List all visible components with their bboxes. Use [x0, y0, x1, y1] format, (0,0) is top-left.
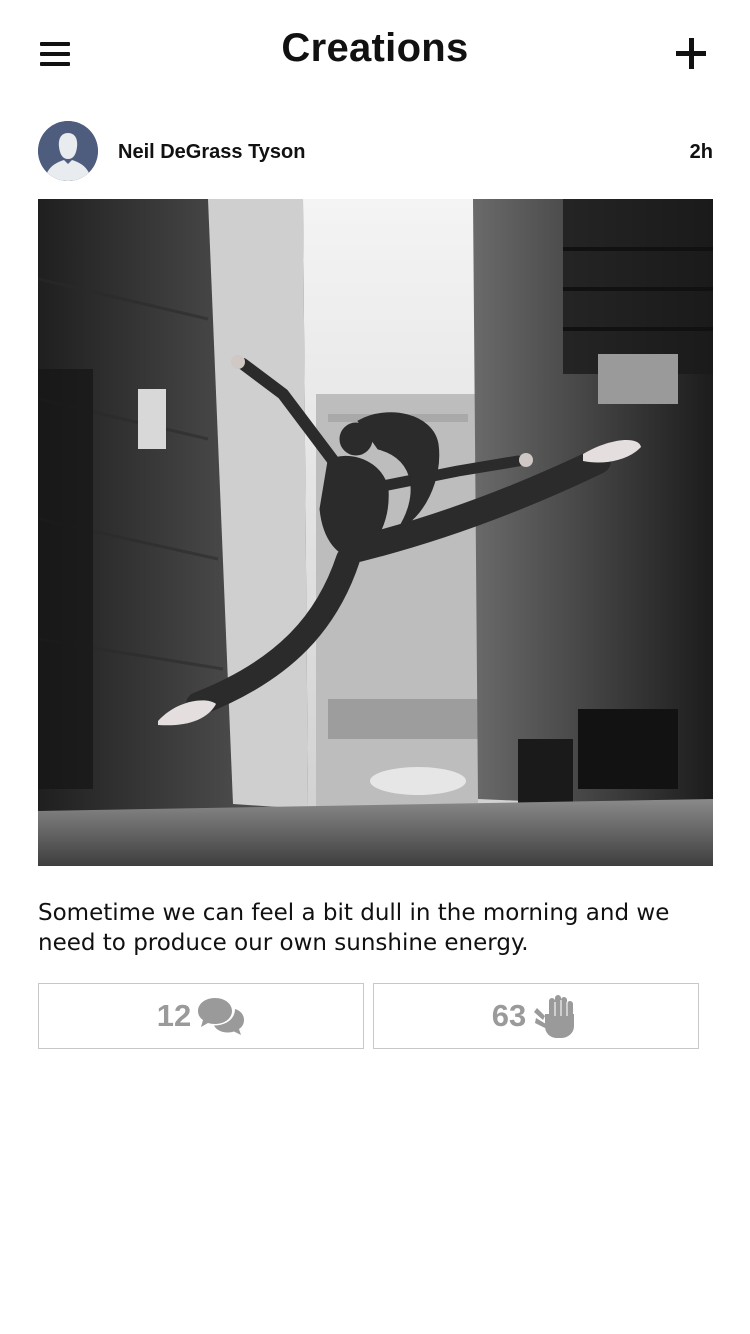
clap-button[interactable]: 63	[373, 983, 699, 1049]
page-title: Creations	[281, 26, 469, 70]
default-avatar-icon[interactable]	[38, 121, 98, 181]
plus-icon[interactable]	[676, 38, 708, 70]
post-caption: Sometime we can feel a bit dull in the m…	[38, 900, 670, 956]
author-name[interactable]: Neil DeGrass Tyson	[118, 141, 305, 164]
dancer-photo-illustration	[38, 199, 713, 866]
clap-icon	[534, 995, 575, 1038]
clap-count: 63	[491, 998, 527, 1033]
comments-icon	[198, 998, 245, 1035]
post-author-row: Neil DeGrass Tyson 2h	[38, 121, 713, 181]
app-header: Creations	[0, 0, 750, 104]
post-photo[interactable]	[38, 199, 713, 866]
comments-count: 12	[156, 998, 192, 1033]
post-timestamp: 2h	[689, 141, 713, 163]
comments-button[interactable]: 12	[38, 983, 364, 1049]
